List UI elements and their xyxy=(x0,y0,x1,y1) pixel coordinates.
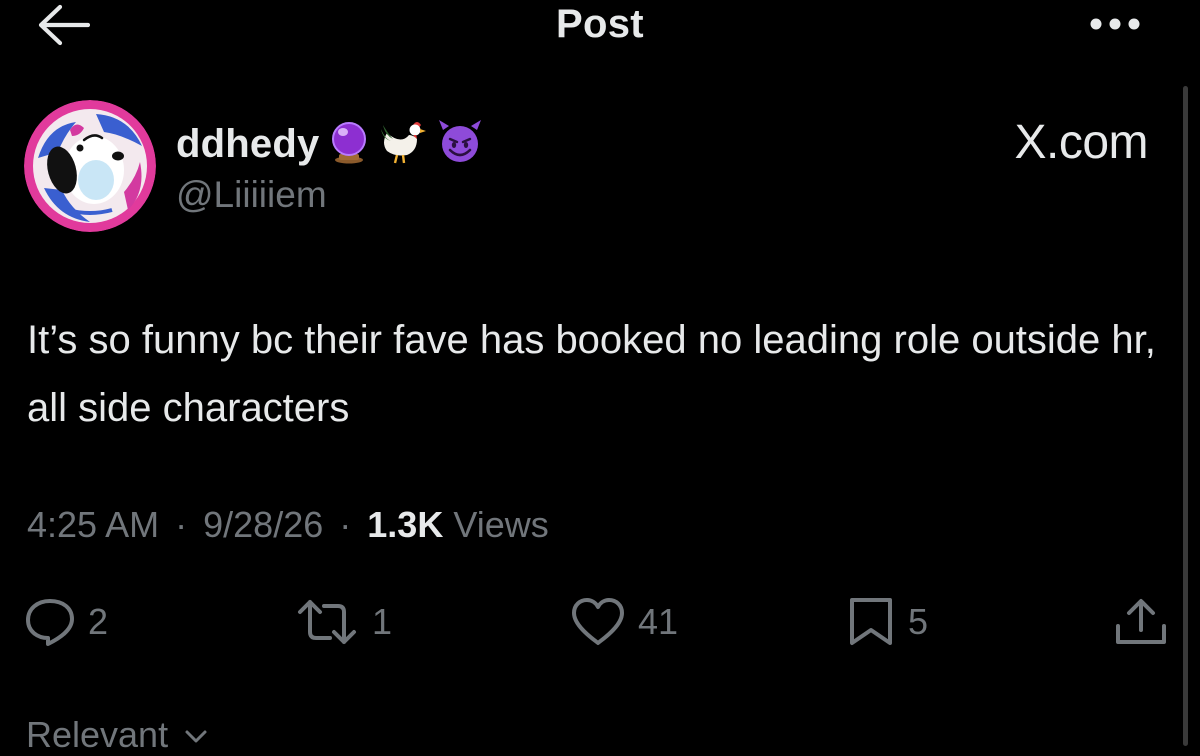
reply-count: 2 xyxy=(88,601,109,642)
smiling-devil-emoji xyxy=(437,119,483,169)
snoopy-avatar-image xyxy=(24,100,156,232)
author-name-row[interactable]: ddhedy xyxy=(176,118,483,170)
heart-icon xyxy=(572,598,624,645)
post-date[interactable]: 9/28/26 xyxy=(203,504,323,545)
top-bar: Post xyxy=(0,0,1200,60)
like-button[interactable]: 41 xyxy=(570,592,678,652)
share-icon xyxy=(1116,599,1166,644)
bookmark-button[interactable]: 5 xyxy=(846,592,928,652)
repost-count: 1 xyxy=(372,601,393,642)
meta-separator: · xyxy=(175,504,188,545)
meta-separator: · xyxy=(339,504,352,545)
post-time[interactable]: 4:25 AM xyxy=(27,504,159,545)
display-name[interactable]: ddhedy xyxy=(176,122,319,167)
rooster-emoji xyxy=(379,119,427,170)
post-text: It’s so funny bc their fave has booked n… xyxy=(27,318,1156,430)
replies-sort-selector[interactable]: Relevant xyxy=(26,714,208,756)
sort-label: Relevant xyxy=(26,714,169,755)
reply-icon xyxy=(26,599,74,646)
source-watermark: X.com xyxy=(1014,116,1148,169)
page-title: Post xyxy=(556,2,644,46)
views-count[interactable]: 1.3K xyxy=(367,504,443,545)
repost-button[interactable]: 1 xyxy=(294,592,392,652)
more-options-button[interactable] xyxy=(1085,6,1145,42)
reply-button[interactable]: 2 xyxy=(24,592,108,652)
crystal-ball-emoji xyxy=(329,120,369,169)
avatar[interactable] xyxy=(24,100,156,232)
chevron-down-icon xyxy=(185,730,207,743)
share-button[interactable] xyxy=(1112,592,1170,652)
bookmark-count: 5 xyxy=(908,601,929,642)
bookmark-icon xyxy=(850,598,892,645)
like-count: 41 xyxy=(638,601,679,642)
more-dots-icon xyxy=(1090,18,1140,30)
repost-icon xyxy=(298,600,356,644)
views-label[interactable]: Views xyxy=(453,504,548,545)
author-handle[interactable]: @Liiiiiem xyxy=(176,174,327,216)
post-meta: 4:25 AM · 9/28/26 · 1.3K Views xyxy=(27,504,549,546)
scrollbar[interactable] xyxy=(1183,86,1188,746)
